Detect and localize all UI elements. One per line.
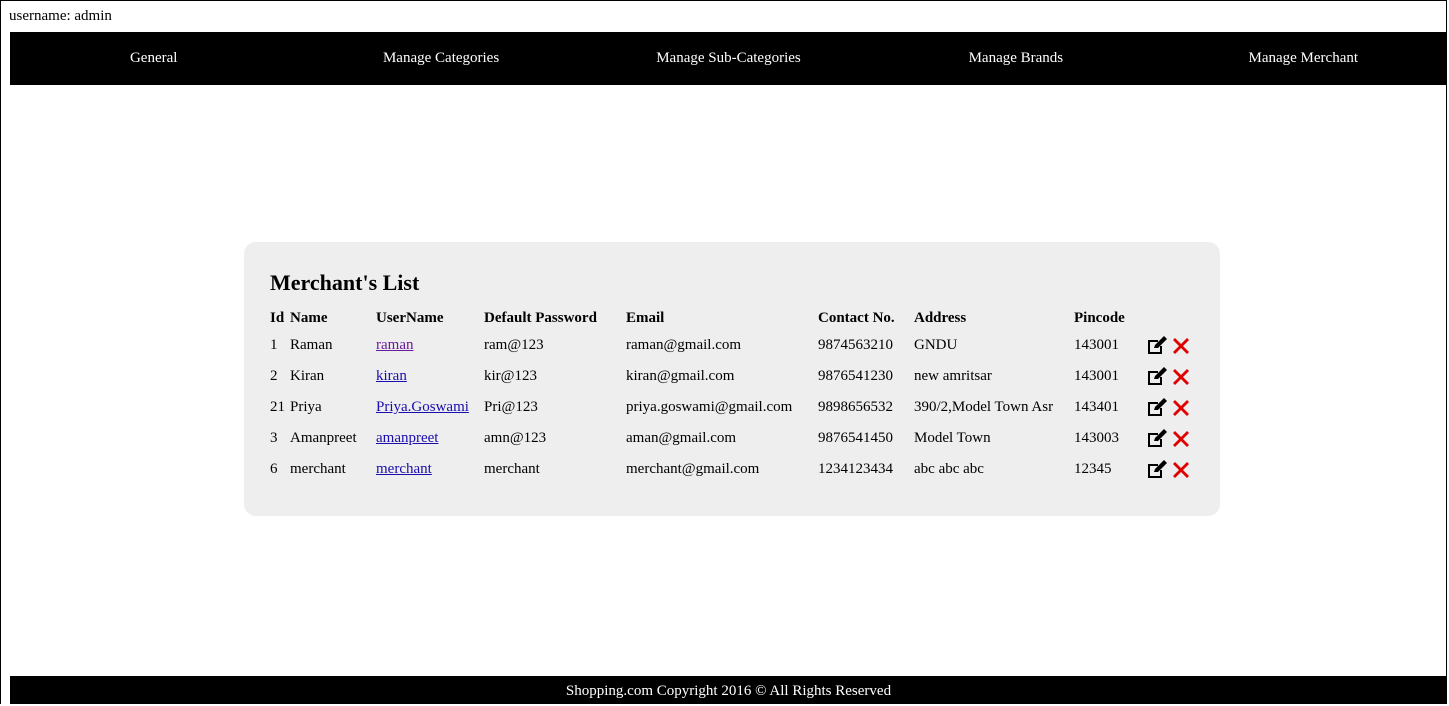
cell-actions [1136, 454, 1192, 485]
edit-icon[interactable] [1146, 397, 1168, 418]
cell-id: 3 [270, 430, 278, 446]
column-header-email: Email [626, 309, 665, 326]
column-header-default-password: Default Password [484, 309, 597, 326]
column-header-id: Id [270, 309, 285, 326]
cell-email: merchant@gmail.com [626, 461, 760, 477]
delete-icon[interactable] [1172, 337, 1190, 355]
delete-icon[interactable] [1172, 430, 1190, 448]
username-label: username: admin [9, 8, 112, 24]
cell-actions [1136, 392, 1192, 423]
table-row: 6 merchant merchant merchant merchant@gm… [268, 454, 1192, 485]
merchant-list-panel: Merchant's List Id Name UserName Default… [244, 242, 1220, 516]
nav-item-manage-sub-categories[interactable]: Manage Sub-Categories [585, 50, 872, 67]
cell-pincode: 143001 [1074, 368, 1119, 384]
cell-name: Priya [290, 399, 322, 415]
cell-email: aman@gmail.com [626, 430, 737, 446]
cell-pincode: 143401 [1074, 399, 1119, 415]
cell-id: 1 [270, 337, 278, 353]
cell-address: GNDU [914, 337, 958, 353]
footer-copyright: Shopping.com Copyright 2016 © All Rights… [565, 683, 892, 699]
cell-password: Pri@123 [484, 399, 538, 415]
cell-contact: 1234123434 [818, 461, 893, 477]
cell-name: Kiran [290, 368, 325, 384]
cell-actions [1136, 423, 1192, 454]
delete-icon[interactable] [1172, 368, 1190, 386]
delete-icon[interactable] [1172, 399, 1190, 417]
cell-username: raman [374, 330, 482, 361]
cell-pincode: 143001 [1074, 337, 1119, 353]
cell-username: kiran [374, 361, 482, 392]
cell-password: ram@123 [484, 337, 544, 353]
cell-name: Raman [290, 337, 333, 353]
cell-address: Model Town [914, 430, 991, 446]
cell-contact: 9898656532 [818, 399, 893, 415]
cell-username: Priya.Goswami [374, 392, 482, 423]
edit-icon[interactable] [1146, 459, 1168, 480]
username-link[interactable]: amanpreet [376, 430, 438, 446]
cell-password: kir@123 [484, 368, 537, 384]
cell-email: raman@gmail.com [626, 337, 742, 353]
username-link[interactable]: merchant [376, 461, 432, 477]
edit-icon[interactable] [1146, 428, 1168, 449]
cell-contact: 9874563210 [818, 337, 893, 353]
cell-contact: 9876541450 [818, 430, 893, 446]
cell-id: 21 [270, 399, 285, 415]
table-row: 2 Kiran kiran kir@123 kiran@gmail.com 98… [268, 361, 1192, 392]
column-header-actions [1136, 306, 1192, 330]
username-link[interactable]: kiran [376, 368, 407, 384]
edit-icon[interactable] [1146, 335, 1168, 356]
cell-actions [1136, 361, 1192, 392]
cell-username: merchant [374, 454, 482, 485]
cell-password: merchant [484, 461, 540, 477]
nav-item-general[interactable]: General [10, 50, 297, 67]
cell-address: new amritsar [914, 368, 992, 384]
nav-item-manage-merchant[interactable]: Manage Merchant [1160, 50, 1447, 67]
delete-icon[interactable] [1172, 461, 1190, 479]
top-nav: General Manage Categories Manage Sub-Cat… [10, 32, 1447, 85]
merchant-table: Id Name UserName Default Password Email … [268, 306, 1192, 485]
column-header-name: Name [290, 309, 328, 326]
nav-item-manage-categories[interactable]: Manage Categories [297, 50, 584, 67]
username-link[interactable]: raman [376, 337, 413, 353]
cell-actions [1136, 330, 1192, 361]
panel-title: Merchant's List [270, 270, 420, 295]
column-header-pincode: Pincode [1074, 309, 1125, 326]
cell-name: Amanpreet [290, 430, 357, 446]
cell-address: abc abc abc [914, 461, 984, 477]
table-row: 21 Priya Priya.Goswami Pri@123 priya.gos… [268, 392, 1192, 423]
username-link[interactable]: Priya.Goswami [376, 399, 469, 415]
edit-icon[interactable] [1146, 366, 1168, 387]
footer: Shopping.com Copyright 2016 © All Rights… [10, 676, 1447, 704]
cell-pincode: 12345 [1074, 461, 1112, 477]
cell-id: 6 [270, 461, 278, 477]
column-header-username: UserName [376, 309, 444, 326]
cell-name: merchant [290, 461, 346, 477]
cell-contact: 9876541230 [818, 368, 893, 384]
column-header-contact: Contact No. [818, 309, 895, 326]
cell-password: amn@123 [484, 430, 547, 446]
column-header-address: Address [914, 309, 967, 326]
cell-username: amanpreet [374, 423, 482, 454]
cell-address: 390/2,Model Town Asr [914, 399, 1054, 415]
cell-email: priya.goswami@gmail.com [626, 399, 793, 415]
nav-item-manage-brands[interactable]: Manage Brands [872, 50, 1159, 67]
table-row: 1 Raman raman ram@123 raman@gmail.com 98… [268, 330, 1192, 361]
table-row: 3 Amanpreet amanpreet amn@123 aman@gmail… [268, 423, 1192, 454]
cell-pincode: 143003 [1074, 430, 1119, 446]
table-header-row: Id Name UserName Default Password Email … [268, 306, 1192, 330]
cell-email: kiran@gmail.com [626, 368, 735, 384]
cell-id: 2 [270, 368, 278, 384]
